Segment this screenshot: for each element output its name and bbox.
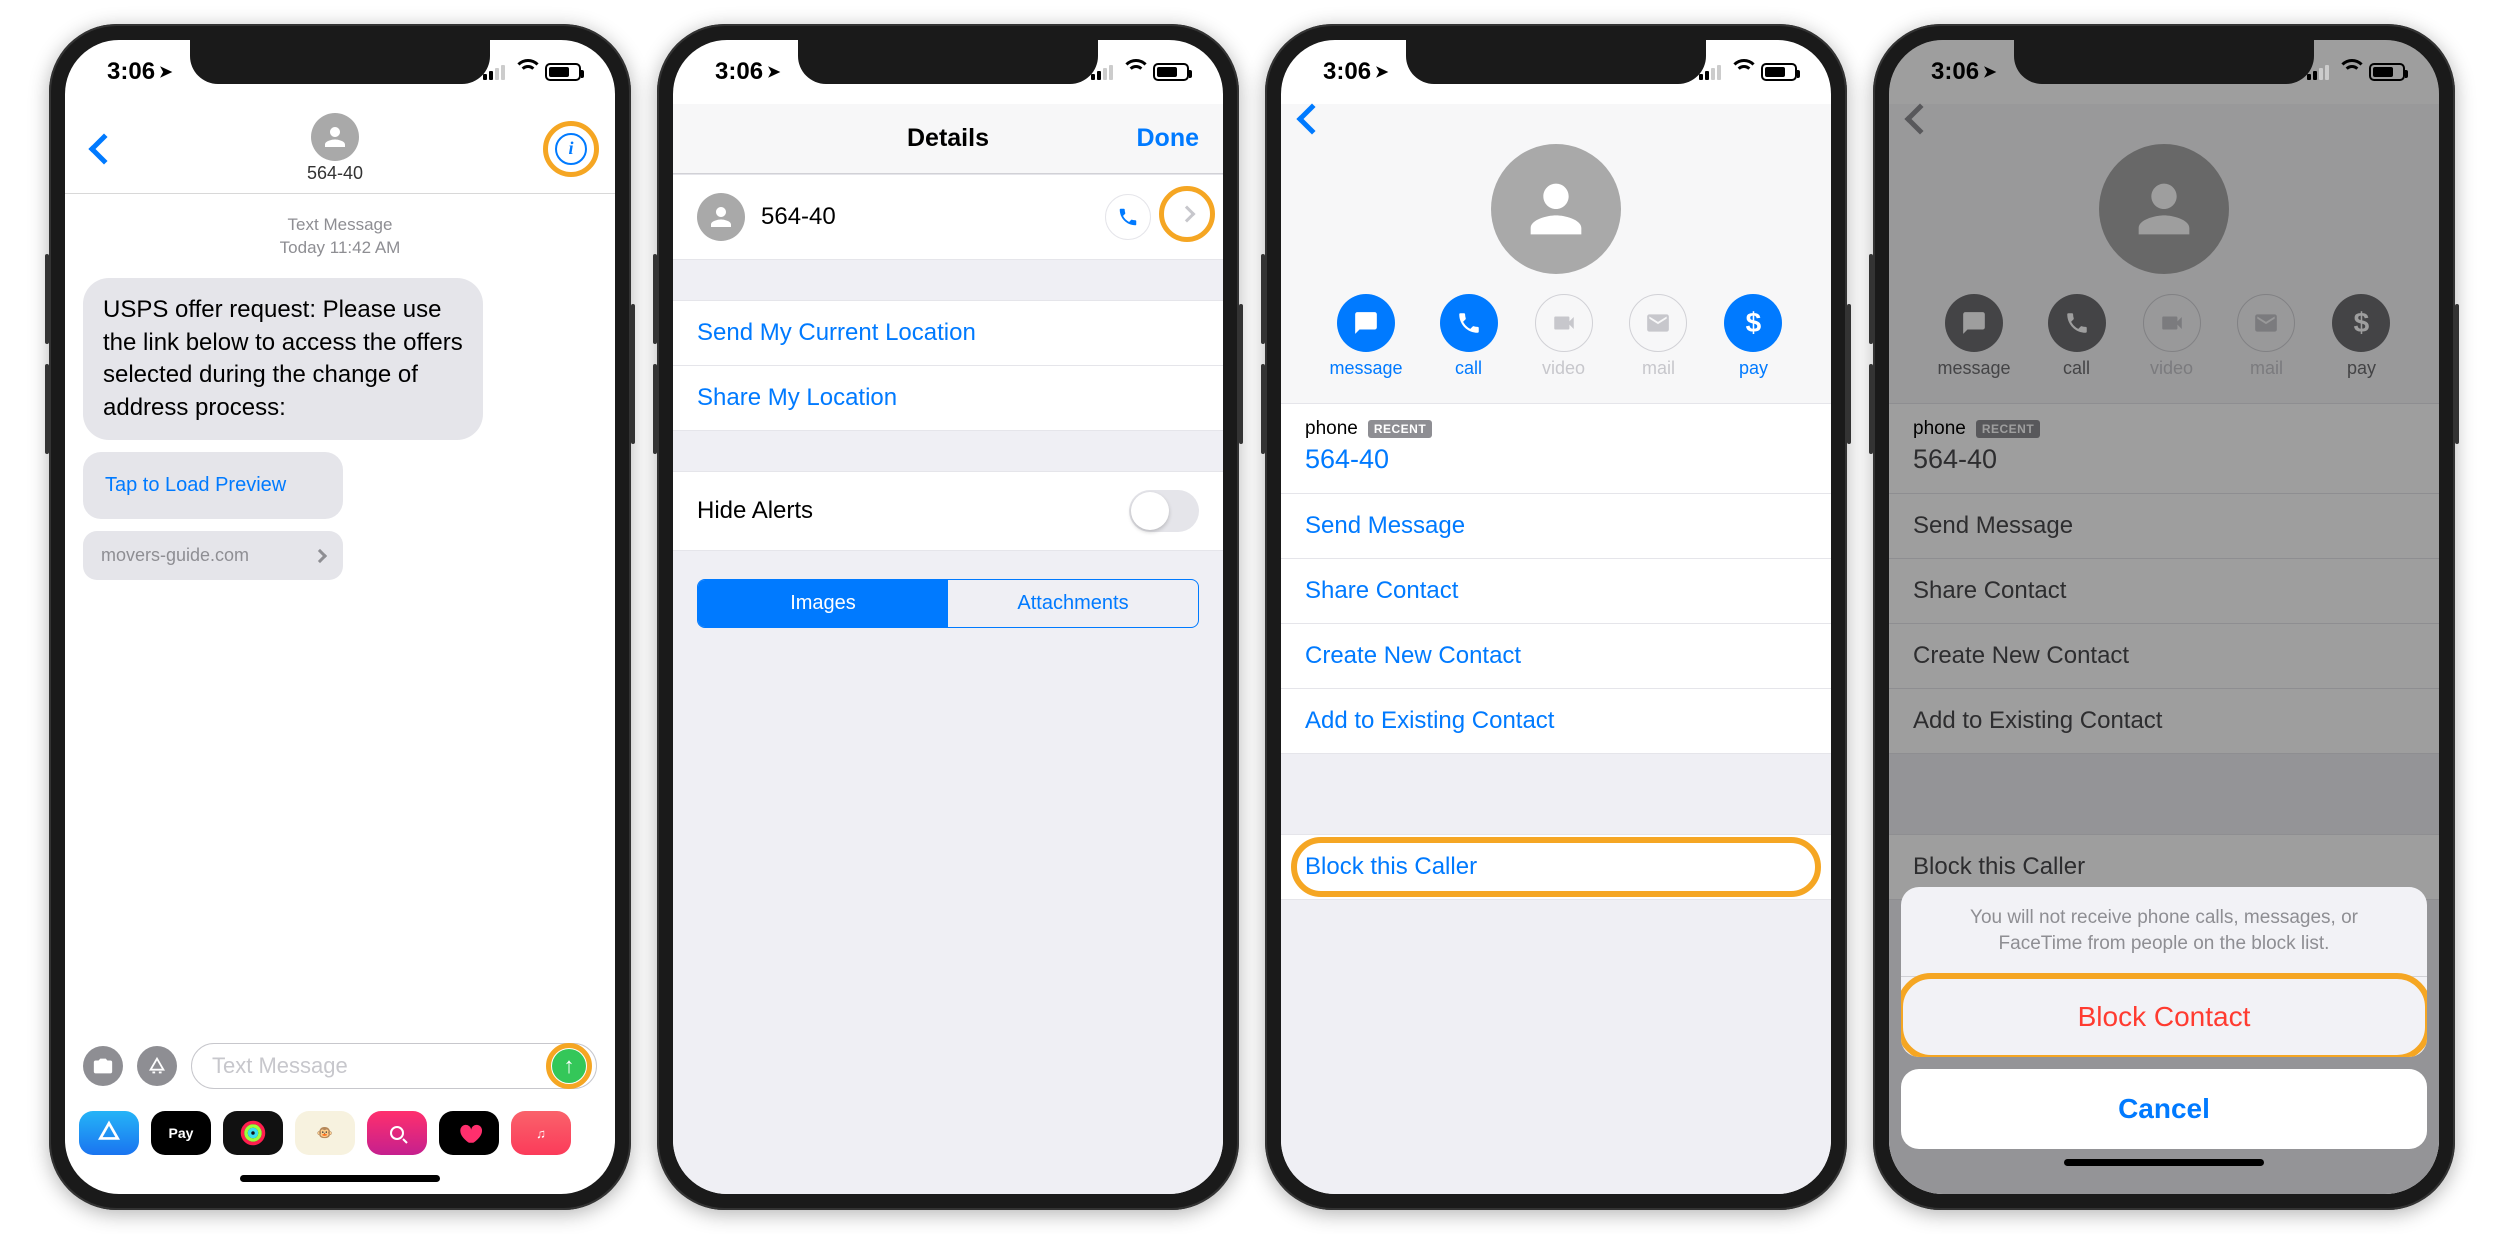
info-button[interactable]: i xyxy=(555,133,587,165)
message-bubble[interactable]: USPS offer request: Please use the link … xyxy=(83,278,483,441)
action-sheet: You will not receive phone calls, messag… xyxy=(1889,887,2439,1194)
appstore-button[interactable] xyxy=(137,1046,177,1086)
url-card[interactable]: movers-guide.com xyxy=(83,531,343,580)
send-location-button[interactable]: Send My Current Location xyxy=(673,300,1223,366)
back-button[interactable] xyxy=(88,133,119,164)
video-icon xyxy=(1535,294,1593,352)
add-existing-button[interactable]: Add to Existing Contact xyxy=(1281,689,1831,754)
avatar-icon xyxy=(697,193,745,241)
apple-pay-icon[interactable]: Pay xyxy=(151,1111,211,1155)
battery-icon xyxy=(545,63,581,81)
animoji-icon[interactable]: 🐵 xyxy=(295,1111,355,1155)
message-timestamp: Text Message Today 11:42 AM xyxy=(83,214,597,260)
phone-icon xyxy=(1440,294,1498,352)
app-drawer[interactable]: Pay 🐵 ♫ xyxy=(65,1103,615,1175)
camera-button[interactable] xyxy=(83,1046,123,1086)
link-preview-button[interactable]: Tap to Load Preview xyxy=(83,452,343,519)
activity-icon[interactable] xyxy=(223,1111,283,1155)
phone-4: 3:06➤ message call video mail $pay phone… xyxy=(1873,24,2455,1210)
home-indicator[interactable] xyxy=(2064,1159,2264,1166)
action-message[interactable]: message xyxy=(1329,294,1402,379)
share-location-button[interactable]: Share My Location xyxy=(673,366,1223,431)
block-contact-button[interactable]: Block Contact xyxy=(1901,977,2427,1057)
create-contact-button[interactable]: Create New Contact xyxy=(1281,624,1831,689)
send-message-button[interactable]: Send Message xyxy=(1281,494,1831,559)
action-pay[interactable]: $pay xyxy=(1724,294,1782,379)
tab-images[interactable]: Images xyxy=(698,580,948,627)
message-input[interactable]: Text Message ↑ xyxy=(191,1043,597,1089)
music-icon[interactable]: ♫ xyxy=(511,1111,571,1155)
recent-badge: RECENT xyxy=(1368,420,1432,438)
action-call[interactable]: call xyxy=(1440,294,1498,379)
message-icon xyxy=(1337,294,1395,352)
page-title: Details xyxy=(907,124,989,153)
avatar-icon xyxy=(311,113,359,161)
back-button[interactable] xyxy=(1296,103,1327,134)
done-button[interactable]: Done xyxy=(1137,124,1200,153)
mail-icon xyxy=(1629,294,1687,352)
share-contact-button[interactable]: Share Contact xyxy=(1281,559,1831,624)
wifi-icon xyxy=(513,63,537,81)
send-button[interactable]: ↑ xyxy=(552,1049,586,1083)
clock: 3:06 xyxy=(107,58,155,86)
phone-field[interactable]: phoneRECENT 564-40 xyxy=(1281,403,1831,494)
hide-alerts-row: Hide Alerts xyxy=(673,471,1223,551)
conversation-title[interactable]: 564-40 xyxy=(307,113,363,184)
phone-2: 3:06➤ Details Done 564-40 Send My Curren… xyxy=(657,24,1239,1210)
action-mail: mail xyxy=(1629,294,1687,379)
digital-touch-icon[interactable] xyxy=(367,1111,427,1155)
chevron-right-icon xyxy=(313,549,327,563)
home-indicator[interactable] xyxy=(240,1175,440,1182)
app-store-icon[interactable] xyxy=(79,1111,139,1155)
call-button[interactable] xyxy=(1105,194,1151,240)
chevron-right-icon xyxy=(1179,206,1196,223)
hide-alerts-toggle[interactable] xyxy=(1129,490,1199,532)
segmented-control[interactable]: Images Attachments xyxy=(697,579,1199,628)
tab-attachments[interactable]: Attachments xyxy=(948,580,1198,627)
location-icon: ➤ xyxy=(159,62,172,82)
avatar-icon xyxy=(1491,144,1621,274)
cancel-button[interactable]: Cancel xyxy=(1901,1069,2427,1149)
phone-3: 3:06➤ message call video mail $pay phone… xyxy=(1265,24,1847,1210)
contact-row[interactable]: 564-40 xyxy=(673,174,1223,260)
action-video: video xyxy=(1535,294,1593,379)
sheet-message: You will not receive phone calls, messag… xyxy=(1901,887,2427,977)
pay-icon: $ xyxy=(1724,294,1782,352)
heart-icon[interactable] xyxy=(439,1111,499,1155)
block-caller-button[interactable]: Block this Caller xyxy=(1281,834,1831,900)
phone-1: 3:06➤ 564-40 i Text Message Today 11:42 … xyxy=(49,24,631,1210)
